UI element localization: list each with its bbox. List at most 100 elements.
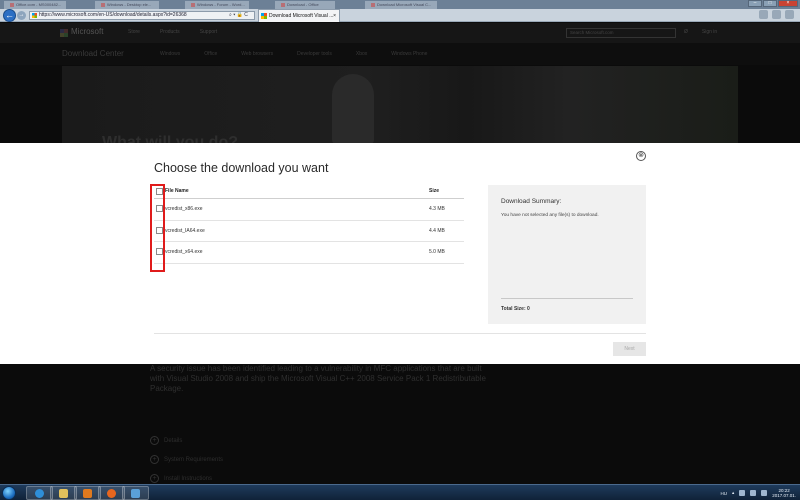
dc-nav-windows-phone[interactable]: Windows Phone: [391, 51, 427, 57]
expander-install-instructions[interactable]: + Install Instructions: [150, 474, 212, 483]
file-size: 4.3 MB: [429, 206, 445, 212]
tab-favicon: [10, 2, 14, 7]
cart-icon[interactable]: Ø: [684, 29, 688, 35]
toolbar-icons: [759, 10, 794, 19]
close-circle-icon[interactable]: ⊗: [636, 151, 646, 161]
expander-system-requirements[interactable]: + System Requirements: [150, 455, 223, 464]
internet-explorer-icon: [35, 488, 44, 498]
tab-favicon: [101, 2, 105, 7]
site-search-input[interactable]: Search Microsoft.com: [566, 28, 676, 38]
file-name: vcredist_x86.exe: [165, 206, 203, 212]
nav-products[interactable]: Products: [160, 29, 180, 35]
file-name: vcredist_x64.exe: [165, 249, 203, 255]
folder-icon: [59, 488, 68, 498]
dc-nav-xbox[interactable]: Xbox: [356, 51, 367, 57]
file-table-header: File Name Size: [154, 185, 464, 199]
forward-arrow-icon[interactable]: →: [17, 11, 26, 20]
clock[interactable]: 20:22 2017.07.01.: [772, 488, 796, 498]
volume-icon[interactable]: [761, 490, 768, 496]
expander-details[interactable]: + Details: [150, 436, 182, 445]
tab-favicon: [371, 2, 375, 7]
taskbar: HU ▴ 20:22 2017.07.01.: [0, 484, 800, 500]
taskbar-media-player[interactable]: [74, 486, 101, 500]
download-dialog: Choose the download you want ⊗ File Name…: [0, 143, 800, 364]
active-tab[interactable]: Download Microsoft Visual ... ×: [258, 9, 340, 22]
column-file-name: File Name: [165, 188, 189, 194]
minimize-icon[interactable]: –: [748, 0, 762, 7]
language-indicator[interactable]: HU: [720, 491, 727, 496]
gear-icon[interactable]: [785, 10, 794, 19]
dc-nav-web-browsers[interactable]: Web browsers: [241, 51, 273, 57]
summary-divider: [501, 298, 633, 299]
microsoft-logo-icon: [60, 29, 68, 37]
plus-circle-icon: +: [150, 474, 159, 483]
show-hidden-icons-icon[interactable]: ▴: [732, 490, 734, 496]
checkbox-highlight-box: [150, 184, 165, 272]
ms-header: Microsoft Store Products Support Search …: [0, 23, 800, 43]
file-table: File Name Size vcredist_x86.exe 4.3 MB v…: [154, 185, 464, 264]
taskbar-firefox[interactable]: [98, 486, 125, 500]
plus-circle-icon: +: [150, 436, 159, 445]
back-arrow-icon[interactable]: ←: [3, 9, 16, 22]
site-favicon-icon: [32, 13, 37, 18]
favorites-star-icon[interactable]: [772, 10, 781, 19]
next-button[interactable]: Next: [613, 342, 646, 356]
hero-person-image: [332, 74, 374, 144]
firefox-icon: [107, 488, 116, 498]
hero-banner: What will you do?: [62, 66, 738, 151]
tab-1[interactable]: Office.com - MS000482...: [4, 1, 66, 9]
browser-navbar: ← → https://www.microsoft.com/en-US/down…: [0, 9, 800, 22]
summary-title: Download Summary:: [501, 198, 562, 205]
tab-favicon: [261, 13, 267, 19]
dc-nav-windows[interactable]: Windows: [160, 51, 180, 57]
dialog-title: Choose the download you want: [154, 161, 329, 175]
dc-nav-developer-tools[interactable]: Developer tools: [297, 51, 332, 57]
clock-date: 2017.07.01.: [772, 493, 796, 498]
summary-message: You have not selected any file(s) to dow…: [501, 213, 599, 218]
description-text: A security issue has been identified lea…: [150, 364, 486, 393]
dc-nav-office[interactable]: Office: [204, 51, 217, 57]
tab-3[interactable]: Windows - Forum - Word...: [185, 1, 249, 9]
file-row[interactable]: vcredist_x86.exe 4.3 MB: [154, 199, 464, 221]
tab-2[interactable]: Windows - Desktop ele...: [95, 1, 159, 9]
app-icon: [131, 488, 140, 498]
taskbar-app[interactable]: [122, 486, 149, 500]
tab-5[interactable]: Download Microsoft Visual C...: [365, 1, 437, 9]
home-icon[interactable]: [759, 10, 768, 19]
address-bar[interactable]: https://www.microsoft.com/en-US/download…: [29, 11, 255, 20]
download-center-title[interactable]: Download Center: [62, 49, 124, 58]
download-center-bar: Download Center Windows Office Web brows…: [0, 43, 800, 65]
top-nav: Store Products Support: [128, 29, 217, 35]
taskbar-ie[interactable]: [26, 486, 53, 500]
window-controls: – □ ×: [748, 0, 798, 8]
header-right: Ø Sign in: [684, 29, 717, 35]
tab-close-icon[interactable]: ×: [333, 10, 336, 22]
sign-in-link[interactable]: Sign in: [702, 29, 717, 35]
taskbar-explorer[interactable]: [50, 486, 77, 500]
file-row[interactable]: vcredist_x64.exe 5.0 MB: [154, 242, 464, 264]
tab-4[interactable]: Download - Office: [275, 1, 335, 9]
network-icon[interactable]: [750, 490, 757, 496]
system-tray: HU ▴ 20:22 2017.07.01.: [720, 487, 796, 499]
brand-name: Microsoft: [71, 27, 104, 36]
media-player-icon: [83, 488, 92, 498]
tab-favicon: [191, 2, 195, 7]
summary-total-size: Total Size: 0: [501, 306, 530, 312]
dialog-divider: [154, 333, 646, 334]
maximize-icon[interactable]: □: [763, 0, 777, 7]
column-size: Size: [429, 188, 440, 194]
file-name: vcredist_IA64.exe: [165, 227, 205, 234]
close-window-icon[interactable]: ×: [778, 0, 798, 7]
start-button[interactable]: [2, 486, 16, 500]
dc-nav: Windows Office Web browsers Developer to…: [160, 51, 427, 57]
flag-icon[interactable]: [739, 490, 746, 496]
file-size: 5.0 MB: [429, 249, 445, 255]
file-size: 4.4 MB: [429, 227, 445, 234]
nav-support[interactable]: Support: [200, 29, 218, 35]
tab-favicon: [281, 2, 285, 7]
address-controls[interactable]: ⌕ ▾ 🔒 C: [229, 11, 248, 19]
download-summary-panel: Download Summary: You have not selected …: [488, 185, 646, 324]
file-row[interactable]: vcredist_IA64.exe 4.4 MB: [154, 221, 464, 242]
nav-store[interactable]: Store: [128, 29, 140, 35]
plus-circle-icon: +: [150, 455, 159, 464]
